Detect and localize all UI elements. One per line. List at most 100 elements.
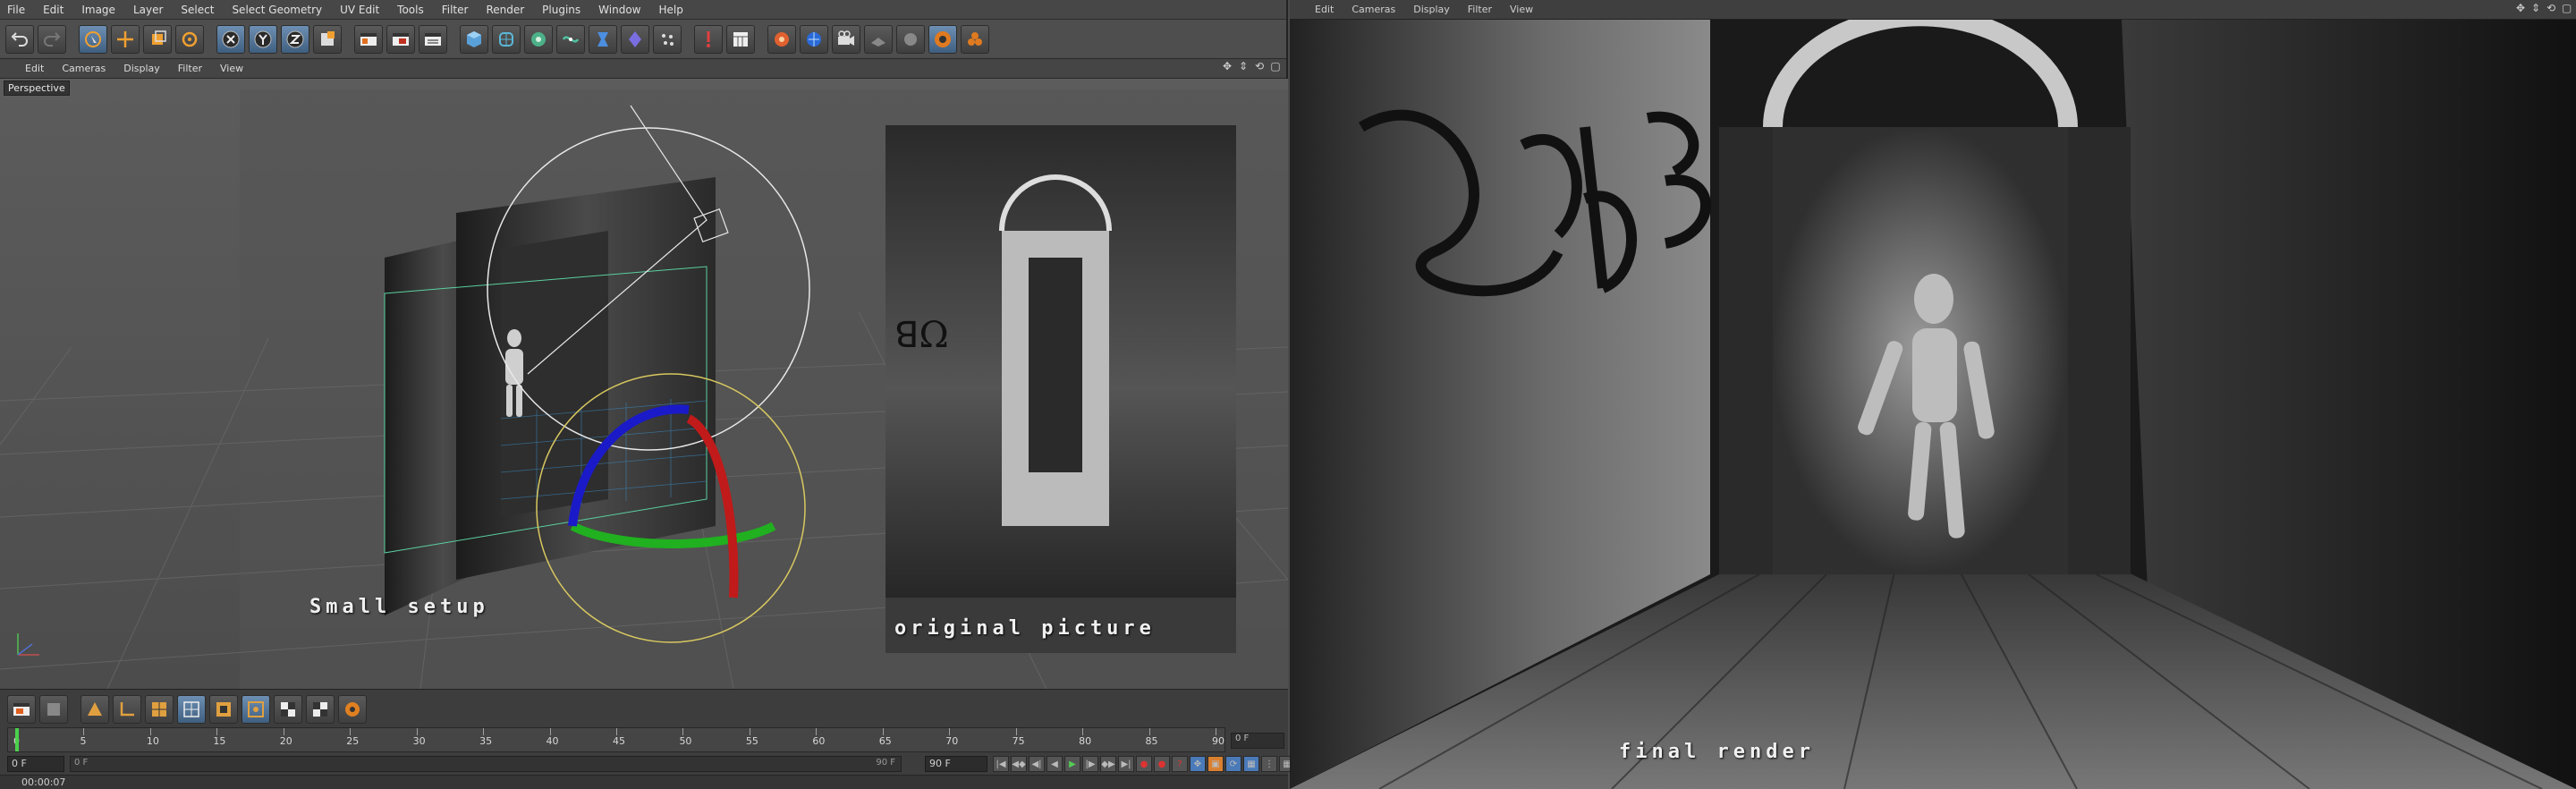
render-view-button[interactable] xyxy=(354,24,383,54)
vp-menu-edit[interactable]: Edit xyxy=(25,63,44,74)
scene-button[interactable] xyxy=(621,24,649,54)
vp-menu-view[interactable]: View xyxy=(220,63,243,74)
polygons-mode-button[interactable] xyxy=(145,695,174,724)
menu-plugins[interactable]: Plugins xyxy=(542,4,580,16)
viewport-label[interactable]: Perspective xyxy=(4,81,70,96)
checker-b-button[interactable] xyxy=(306,695,335,724)
current-frame-field[interactable]: 0 F xyxy=(1231,733,1284,749)
particles-button[interactable] xyxy=(653,24,682,54)
points-mode-button[interactable] xyxy=(80,695,109,724)
pan-icon[interactable]: ✥ xyxy=(2516,2,2527,14)
key-rotation-icon[interactable]: ⟳ xyxy=(1225,756,1241,772)
uv-mode-button[interactable] xyxy=(177,695,206,724)
render-settings-button[interactable] xyxy=(419,24,447,54)
menu-select[interactable]: Select xyxy=(181,4,214,16)
play-back-icon[interactable]: ◀ xyxy=(1046,756,1063,772)
perspective-viewport[interactable]: ꓭΩ Perspective Small setup original pict… xyxy=(0,79,1288,689)
floor-button[interactable] xyxy=(864,24,893,54)
array-button[interactable] xyxy=(524,24,553,54)
vp-menu-display[interactable]: Display xyxy=(123,63,160,74)
subdivision-button[interactable] xyxy=(492,24,521,54)
render-picture-viewer-button[interactable] xyxy=(386,24,415,54)
playhead[interactable] xyxy=(15,728,19,751)
caption-original-picture: original picture xyxy=(894,617,1156,640)
svg-text:ꓭΩ: ꓭΩ xyxy=(894,315,949,356)
key-param-icon[interactable]: ▦ xyxy=(1243,756,1259,772)
render-menu-cameras[interactable]: Cameras xyxy=(1352,4,1395,15)
menu-uv-edit[interactable]: UV Edit xyxy=(340,4,379,16)
spline-pen-button[interactable] xyxy=(556,24,585,54)
cube-button[interactable] xyxy=(460,24,488,54)
render-menu-view[interactable]: View xyxy=(1510,4,1533,15)
prev-key-icon[interactable]: ◀◆ xyxy=(1011,756,1027,772)
zoom-icon[interactable]: ⇕ xyxy=(2531,2,2542,14)
scale-button[interactable] xyxy=(143,24,172,54)
render-menu-filter[interactable]: Filter xyxy=(1468,4,1492,15)
vp-menu-cameras[interactable]: Cameras xyxy=(62,63,106,74)
redo-button[interactable] xyxy=(38,24,66,54)
environment-button[interactable] xyxy=(800,24,828,54)
timeline-ruler[interactable]: 051015202530354045505560657075808590 xyxy=(7,727,1225,752)
step-forward-icon[interactable]: |▶ xyxy=(1082,756,1098,772)
keyframe-selection-icon[interactable]: ? xyxy=(1172,756,1188,772)
x-axis-button[interactable] xyxy=(216,24,245,54)
ruler-tick xyxy=(1015,728,1017,735)
menu-tools[interactable]: Tools xyxy=(397,4,424,16)
calculator-button[interactable] xyxy=(726,24,755,54)
goto-start-icon[interactable]: |◀ xyxy=(993,756,1009,772)
axis-mode-button[interactable] xyxy=(242,695,270,724)
end-frame-field[interactable]: 90 F xyxy=(925,756,987,772)
y-axis-button[interactable] xyxy=(249,24,277,54)
render-menu-display[interactable]: Display xyxy=(1413,4,1450,15)
menu-image[interactable]: Image xyxy=(81,4,115,16)
menu-window[interactable]: Window xyxy=(598,4,640,16)
maximize-icon[interactable]: ▢ xyxy=(2562,2,2572,14)
sky-button[interactable] xyxy=(767,24,796,54)
undo-button[interactable] xyxy=(5,24,34,54)
menu-help[interactable]: Help xyxy=(658,4,682,16)
start-frame-field[interactable]: 0 F xyxy=(7,756,64,772)
preview-range-slider[interactable]: 0 F 90 F xyxy=(70,756,902,772)
play-icon[interactable]: ▶ xyxy=(1064,756,1080,772)
object-mode-button[interactable] xyxy=(209,695,238,724)
light-button[interactable] xyxy=(694,24,723,54)
record-icon[interactable]: ● xyxy=(1136,756,1152,772)
menu-select-geometry[interactable]: Select Geometry xyxy=(232,4,322,16)
checker-a-button[interactable] xyxy=(274,695,302,724)
key-pla-icon[interactable]: ⋮ xyxy=(1261,756,1277,772)
menu-filter[interactable]: Filter xyxy=(442,4,469,16)
vp-menu-filter[interactable]: Filter xyxy=(178,63,202,74)
deformer-button[interactable] xyxy=(589,24,617,54)
texture-mode-button[interactable] xyxy=(39,695,68,724)
rotate-button[interactable] xyxy=(175,24,204,54)
model-mode-button[interactable] xyxy=(7,695,36,724)
maximize-icon[interactable]: ▢ xyxy=(1270,60,1281,72)
z-axis-button[interactable] xyxy=(281,24,309,54)
menu-layer[interactable]: Layer xyxy=(133,4,163,16)
mograph-button[interactable] xyxy=(961,24,989,54)
key-position-icon[interactable]: ✥ xyxy=(1190,756,1206,772)
material-button[interactable] xyxy=(896,24,925,54)
autokey-icon[interactable]: ● xyxy=(1154,756,1170,772)
next-key-icon[interactable]: ◆▶ xyxy=(1100,756,1116,772)
coordinate-system-button[interactable] xyxy=(313,24,342,54)
live-select-button[interactable] xyxy=(79,24,107,54)
edges-mode-button[interactable] xyxy=(113,695,141,724)
camera-button[interactable] xyxy=(832,24,860,54)
menu-edit[interactable]: Edit xyxy=(43,4,64,16)
step-back-icon[interactable]: ◀| xyxy=(1029,756,1045,772)
render-menu-edit[interactable]: Edit xyxy=(1315,4,1334,15)
viewport-nav-icons: ✥ ⇕ ⟲ ▢ xyxy=(1222,60,1281,72)
gear-orange-button[interactable] xyxy=(338,695,367,724)
plugin-button[interactable] xyxy=(928,24,957,54)
key-scale-icon[interactable]: ▣ xyxy=(1208,756,1224,772)
pan-icon[interactable]: ✥ xyxy=(1222,60,1233,72)
orbit-icon[interactable]: ⟲ xyxy=(1254,60,1265,72)
orbit-icon[interactable]: ⟲ xyxy=(2546,2,2557,14)
zoom-icon[interactable]: ⇕ xyxy=(1238,60,1249,72)
menu-render[interactable]: Render xyxy=(486,4,524,16)
move-button[interactable] xyxy=(111,24,140,54)
menu-file[interactable]: File xyxy=(7,4,25,16)
ruler-tick xyxy=(83,728,85,735)
goto-end-icon[interactable]: ▶| xyxy=(1118,756,1134,772)
